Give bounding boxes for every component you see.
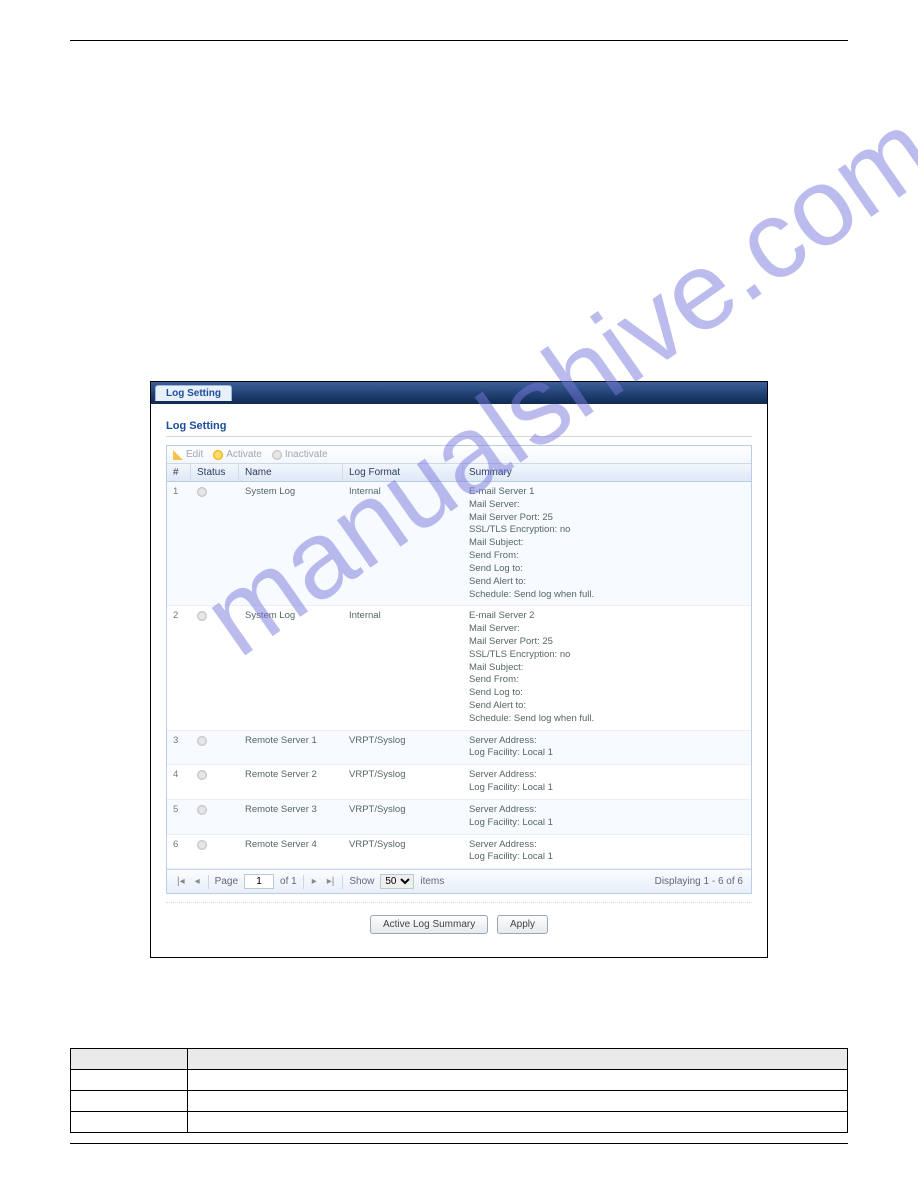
cell-name: Remote Server 1: [239, 731, 343, 765]
cell-num: 3: [167, 731, 191, 765]
log-panel: Edit Activate Inactivate # Status Name: [166, 445, 752, 894]
section-title: Log Setting: [166, 414, 752, 437]
cell-format: Internal: [343, 606, 463, 729]
bulb-off-icon: [272, 450, 282, 460]
bulb-off-icon: [197, 770, 207, 780]
bottom-rule: [70, 1143, 848, 1144]
cell-summary: Server Address:Log Facility: Local 1: [463, 765, 751, 799]
cell-num: 2: [167, 606, 191, 729]
table-row[interactable]: 6 Remote Server 4VRPT/SyslogServer Addres…: [167, 835, 751, 870]
bulb-on-icon: [213, 450, 223, 460]
cell-summary: E-mail Server 2Mail Server:Mail Server P…: [463, 606, 751, 729]
cell-format: VRPT/Syslog: [343, 800, 463, 834]
col-num[interactable]: #: [167, 464, 191, 481]
cell-format: VRPT/Syslog: [343, 765, 463, 799]
table-row[interactable]: 4 Remote Server 2VRPT/SyslogServer Addres…: [167, 765, 751, 800]
page-size-select[interactable]: 50: [380, 874, 414, 889]
col-name[interactable]: Name: [239, 464, 343, 481]
next-page-icon[interactable]: ▸: [310, 876, 319, 887]
desc-head-1: [71, 1049, 188, 1070]
page-number-input[interactable]: [244, 874, 274, 889]
top-rule: [70, 40, 848, 41]
of-label: of 1: [280, 876, 297, 887]
edit-label: Edit: [186, 449, 203, 460]
activate-label: Activate: [226, 449, 262, 460]
cell-status: [191, 835, 239, 869]
cell-name: Remote Server 3: [239, 800, 343, 834]
tab-log-setting[interactable]: Log Setting: [155, 385, 232, 401]
show-label: Show: [349, 876, 374, 887]
cell-summary: Server Address:Log Facility: Local 1: [463, 835, 751, 869]
app-window: Log Setting Log Setting Edit Activate In…: [150, 381, 768, 958]
inactivate-button[interactable]: Inactivate: [272, 449, 328, 460]
table-row[interactable]: 2 System LogInternalE-mail Server 2Mail S…: [167, 606, 751, 730]
table-body: 1 System LogInternalE-mail Server 1Mail S…: [167, 482, 751, 869]
cell-format: Internal: [343, 482, 463, 605]
bulb-off-icon: [197, 487, 207, 497]
cell-status: [191, 606, 239, 729]
cell-status: [191, 482, 239, 605]
cell-name: Remote Server 4: [239, 835, 343, 869]
pager: |◂ ◂ Page of 1 ▸ ▸| Show 50 items: [167, 869, 751, 893]
desc-row: [71, 1112, 848, 1133]
cell-status: [191, 800, 239, 834]
cell-num: 1: [167, 482, 191, 605]
page-label: Page: [215, 876, 238, 887]
bulb-off-icon: [197, 840, 207, 850]
edit-button[interactable]: Edit: [173, 449, 203, 460]
items-label: items: [420, 876, 444, 887]
display-range: Displaying 1 - 6 of 6: [655, 876, 743, 887]
cell-num: 4: [167, 765, 191, 799]
bulb-off-icon: [197, 736, 207, 746]
table-row[interactable]: 1 System LogInternalE-mail Server 1Mail S…: [167, 482, 751, 606]
cell-name: System Log: [239, 606, 343, 729]
col-format[interactable]: Log Format: [343, 464, 463, 481]
table-row[interactable]: 5 Remote Server 3VRPT/SyslogServer Addres…: [167, 800, 751, 835]
cell-summary: Server Address:Log Facility: Local 1: [463, 731, 751, 765]
last-page-icon[interactable]: ▸|: [325, 876, 337, 887]
bulb-off-icon: [197, 805, 207, 815]
table-header: # Status Name Log Format Summary: [167, 464, 751, 482]
cell-status: [191, 765, 239, 799]
first-page-icon[interactable]: |◂: [175, 876, 187, 887]
prev-page-icon[interactable]: ◂: [193, 876, 202, 887]
desc-row: [71, 1091, 848, 1112]
inactivate-label: Inactivate: [285, 449, 328, 460]
cell-status: [191, 731, 239, 765]
activate-button[interactable]: Activate: [213, 449, 262, 460]
description-table: [70, 1048, 848, 1133]
desc-head-2: [188, 1049, 848, 1070]
cell-summary: Server Address:Log Facility: Local 1: [463, 800, 751, 834]
col-summary[interactable]: Summary: [463, 464, 751, 481]
pencil-icon: [173, 450, 183, 460]
cell-num: 5: [167, 800, 191, 834]
cell-name: Remote Server 2: [239, 765, 343, 799]
active-log-summary-button[interactable]: Active Log Summary: [370, 915, 488, 934]
table-row[interactable]: 3 Remote Server 1VRPT/SyslogServer Addres…: [167, 731, 751, 766]
cell-format: VRPT/Syslog: [343, 731, 463, 765]
cell-name: System Log: [239, 482, 343, 605]
window-titlebar: [151, 382, 767, 404]
cell-summary: E-mail Server 1Mail Server:Mail Server P…: [463, 482, 751, 605]
panel-toolbar: Edit Activate Inactivate: [167, 446, 751, 464]
desc-row: [71, 1070, 848, 1091]
cell-format: VRPT/Syslog: [343, 835, 463, 869]
bulb-off-icon: [197, 611, 207, 621]
col-status[interactable]: Status: [191, 464, 239, 481]
cell-num: 6: [167, 835, 191, 869]
apply-button[interactable]: Apply: [497, 915, 548, 934]
